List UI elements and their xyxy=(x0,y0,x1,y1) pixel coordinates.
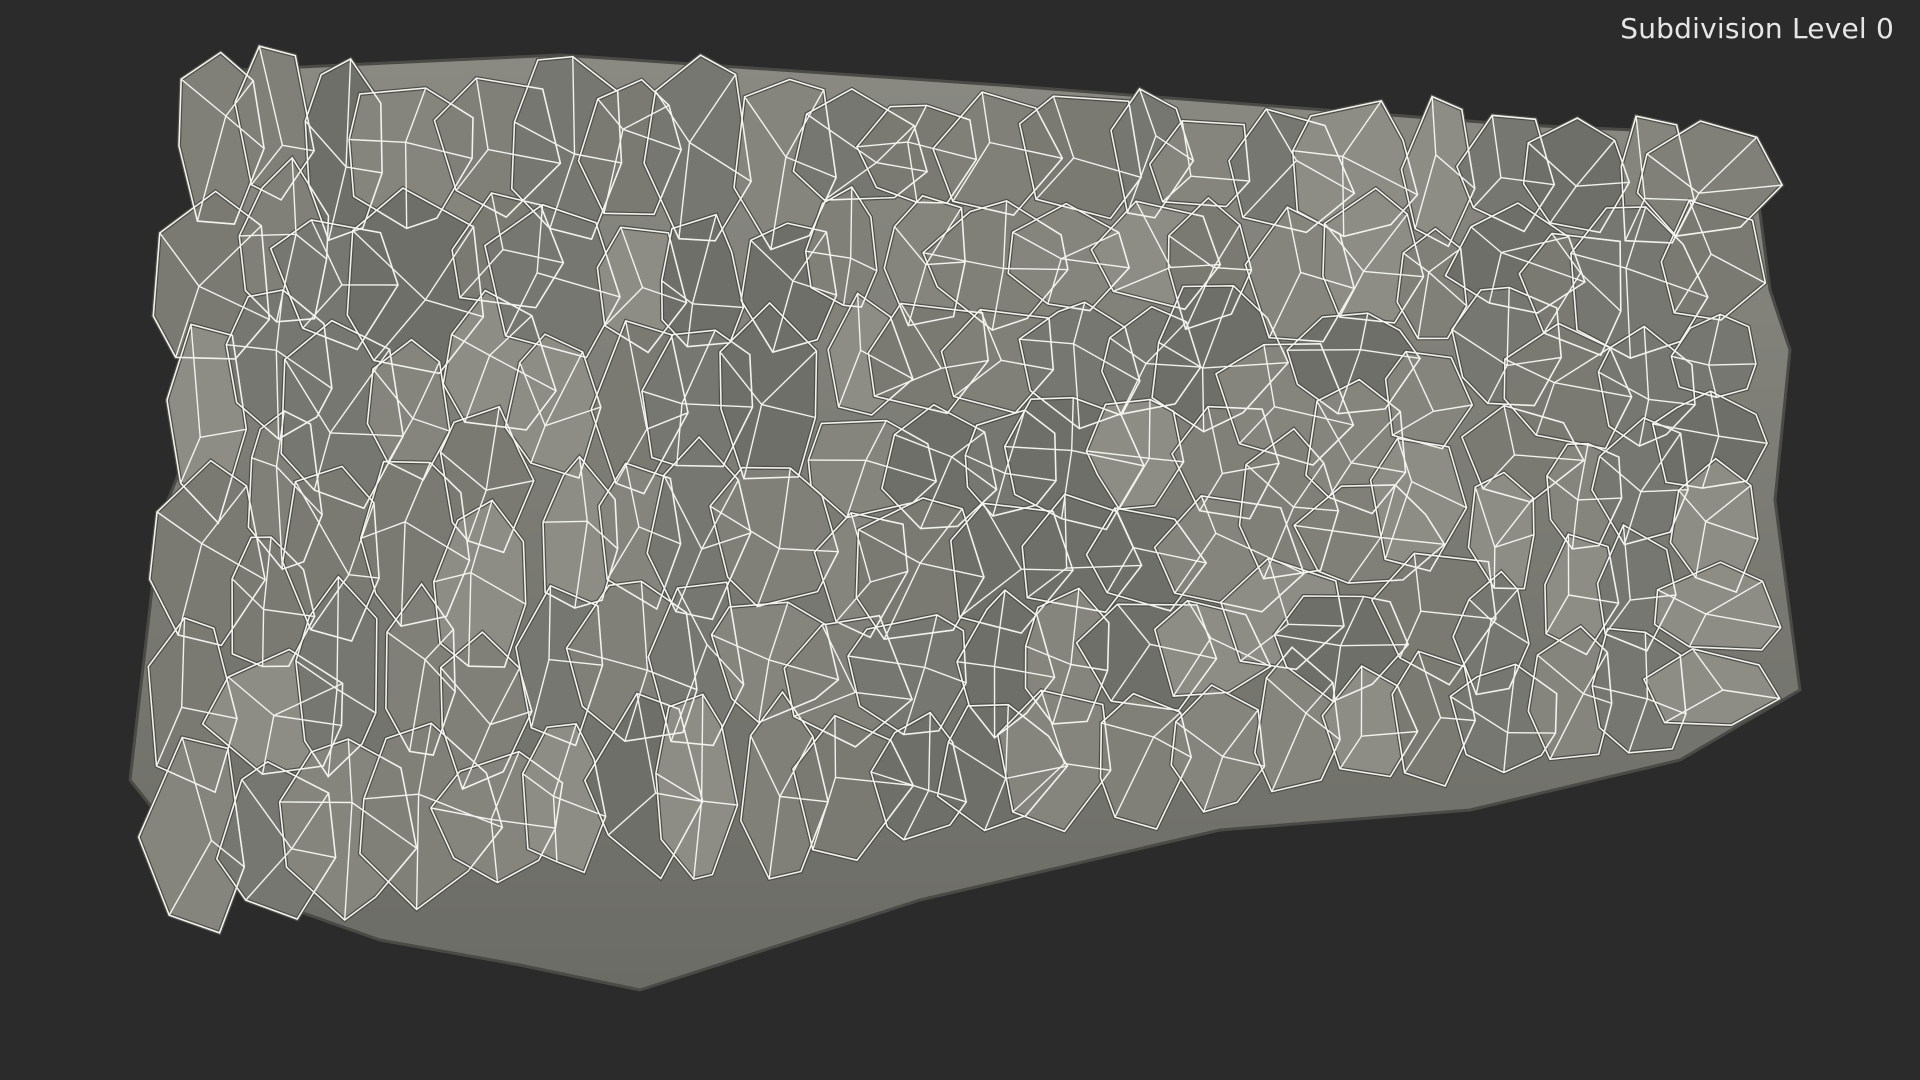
subdivision-level-label: Subdivision Level 0 xyxy=(1620,12,1894,45)
3d-viewport[interactable]: Subdivision Level 0 xyxy=(0,0,1920,1080)
wire-edge xyxy=(279,801,353,804)
wire-edge xyxy=(834,715,837,778)
wire-edge xyxy=(1148,399,1151,459)
wire-edge xyxy=(1493,547,1496,589)
rock-wall-model[interactable] xyxy=(0,0,1920,1080)
wire-edge xyxy=(261,609,265,667)
wire-edge xyxy=(1287,349,1361,351)
wire-edge xyxy=(542,520,588,523)
